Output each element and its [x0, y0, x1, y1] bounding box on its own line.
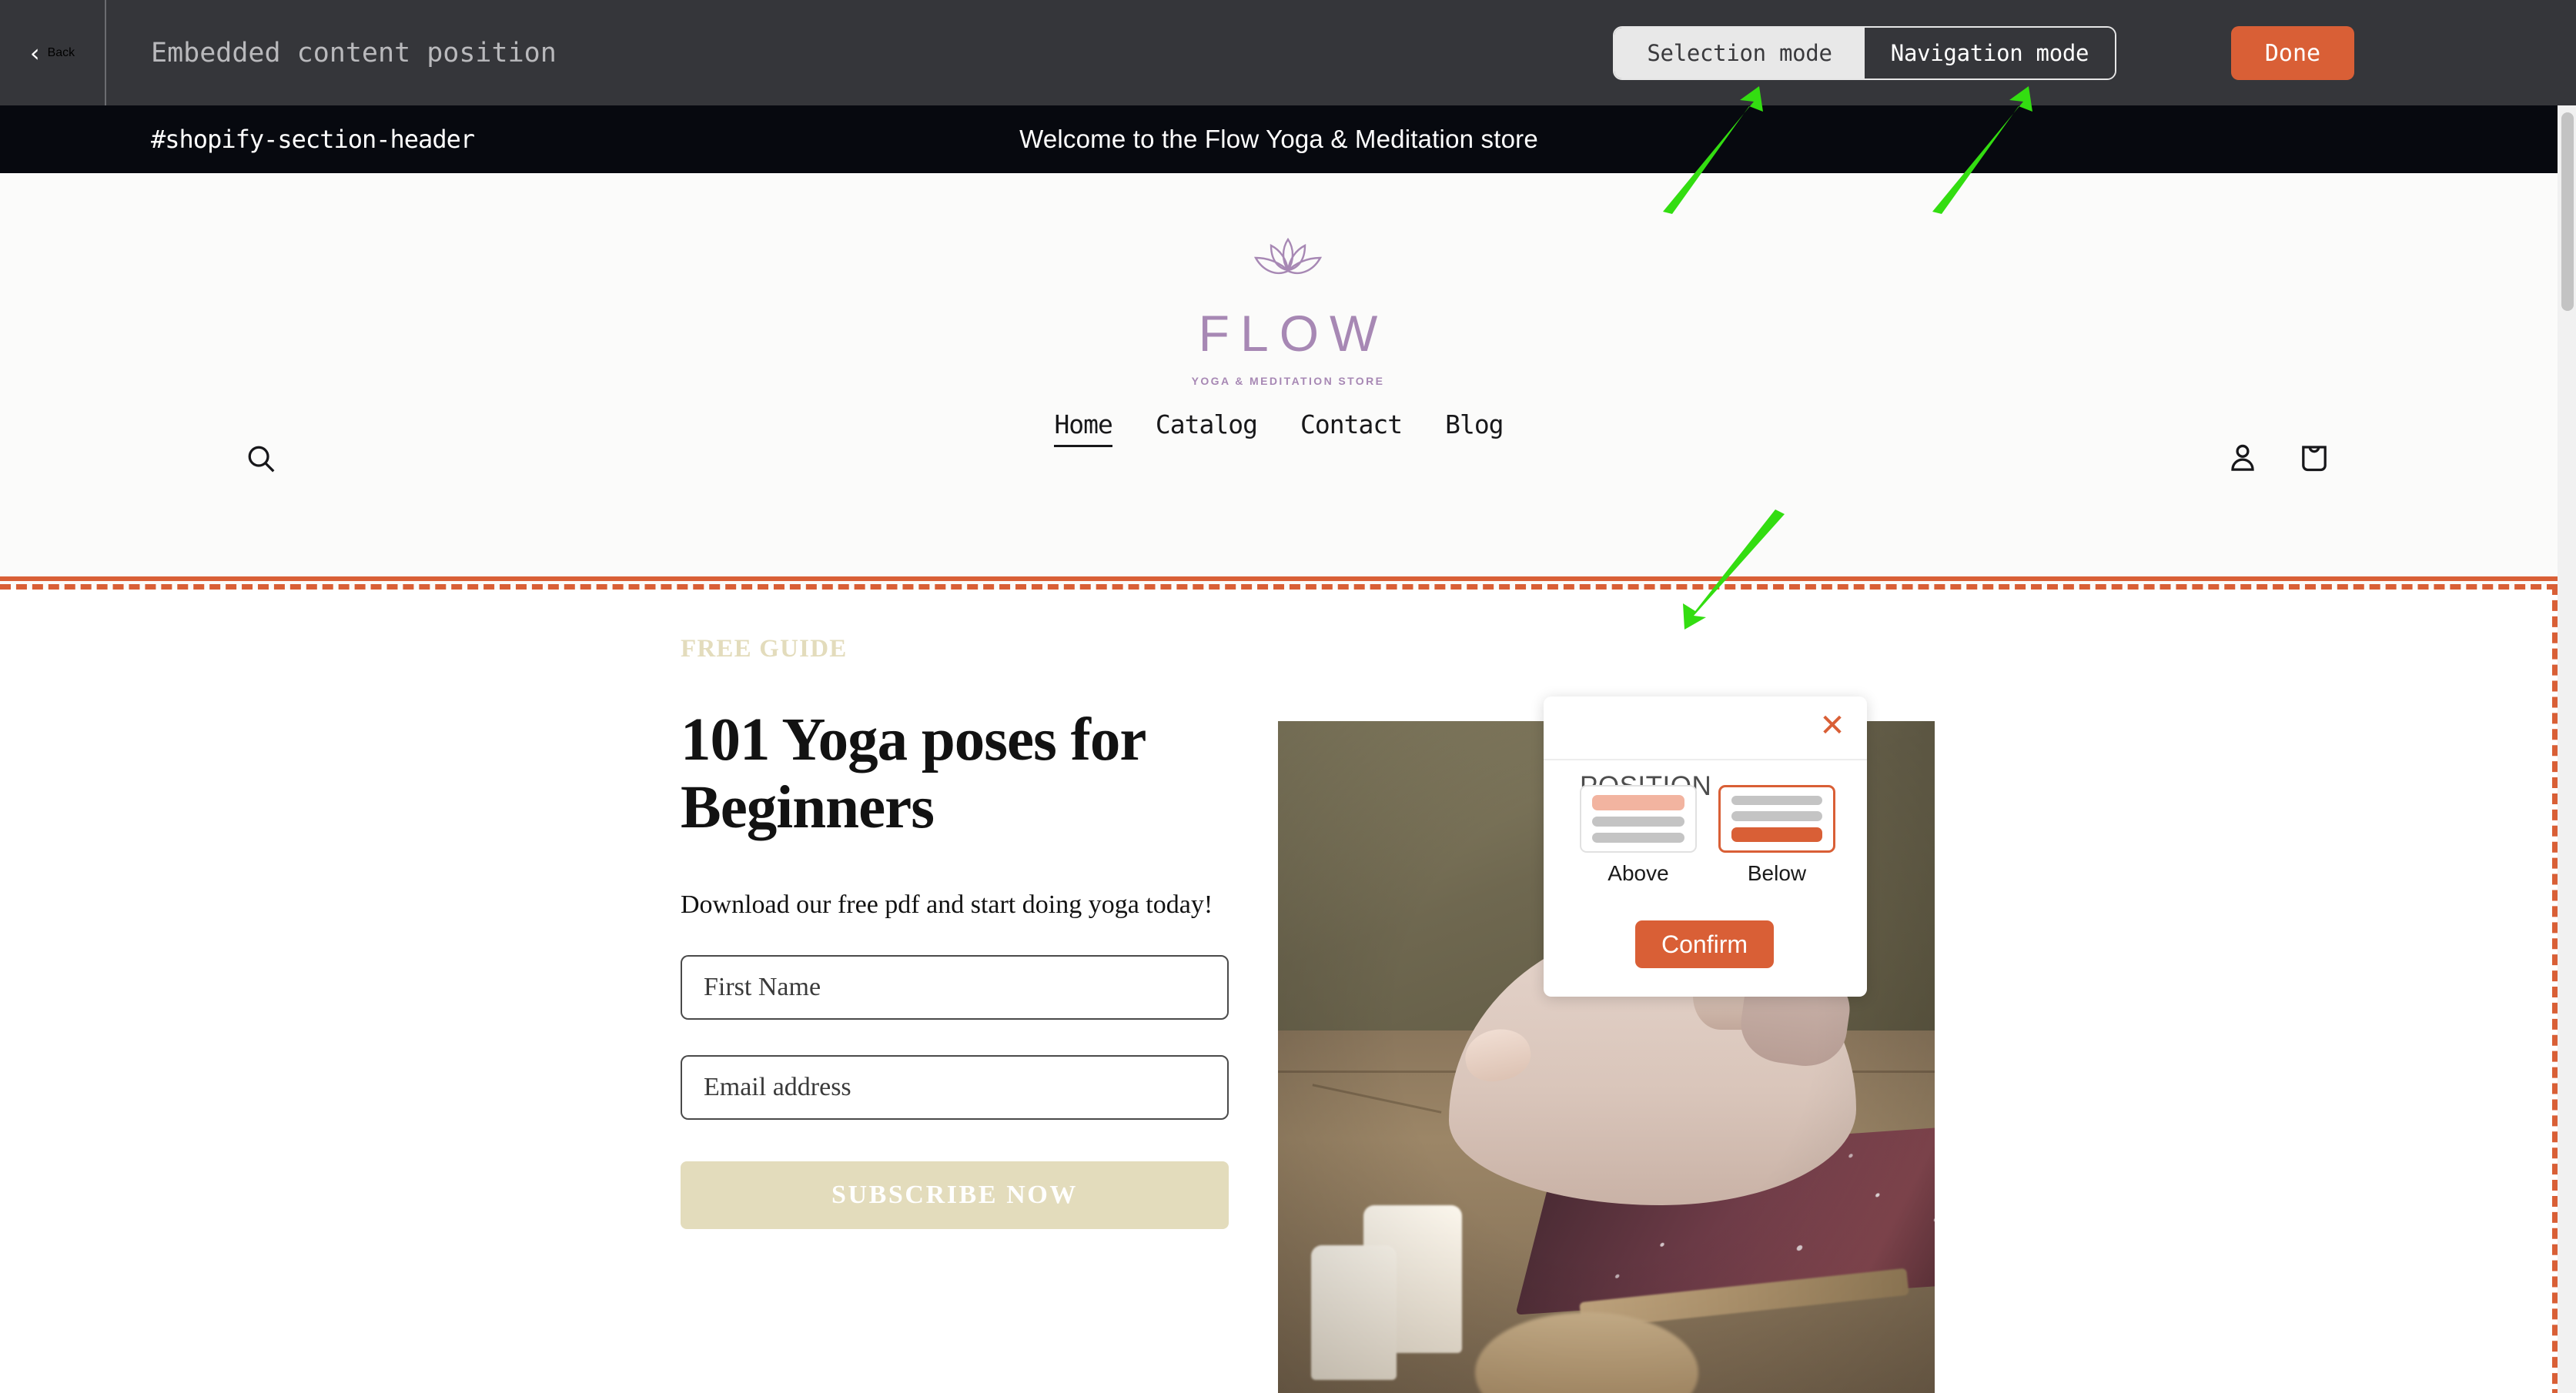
- newsletter-headline: 101 Yoga poses for Beginners: [681, 707, 1146, 842]
- position-option-above[interactable]: Above: [1580, 785, 1697, 886]
- modal-divider: [1544, 759, 1867, 760]
- subscribe-button[interactable]: SUBSCRIBE NOW: [681, 1161, 1229, 1229]
- selection-top-line: [0, 576, 2558, 581]
- store-header: FLOW YOGA & MEDITATION STORE: [0, 173, 2558, 435]
- back-button[interactable]: ‹ Back: [0, 0, 106, 105]
- lotus-flower-icon: [1253, 237, 1323, 275]
- newsletter-subcopy: Download our free pdf and start doing yo…: [681, 890, 1213, 919]
- nav-link-contact[interactable]: Contact: [1300, 409, 1403, 447]
- first-name-input[interactable]: First Name: [681, 954, 1229, 1020]
- store-nav: Home Catalog Contact Blog: [0, 409, 2558, 447]
- store-logo[interactable]: FLOW YOGA & MEDITATION STORE: [1146, 187, 1430, 435]
- chevron-left-icon: ‹: [29, 38, 40, 68]
- storefront-preview: #shopify-section-header Welcome to the F…: [0, 105, 2558, 1393]
- email-input[interactable]: Email address: [681, 1054, 1229, 1120]
- confirm-button[interactable]: Confirm: [1635, 920, 1774, 968]
- navigation-mode-button[interactable]: Navigation mode: [1865, 28, 2115, 79]
- back-button-label: Back: [47, 45, 75, 59]
- section-handle-label: #shopify-section-header: [151, 125, 475, 154]
- mode-toggle-group: Selection mode Navigation mode: [1613, 26, 2116, 80]
- logo-wordmark: FLOW: [1198, 305, 1389, 362]
- scrollbar-thumb[interactable]: [2561, 112, 2574, 311]
- done-button[interactable]: Done: [2231, 26, 2354, 80]
- section-header-bar[interactable]: #shopify-section-header Welcome to the F…: [0, 105, 2558, 173]
- newsletter-eyebrow: FREE GUIDE: [681, 635, 848, 663]
- position-option-above-label: Above: [1607, 861, 1669, 885]
- editor-top-bar: ‹ Back Embedded content position Selecti…: [0, 0, 2576, 105]
- newsletter-section[interactable]: FREE GUIDE 101 Yoga poses for Beginners …: [0, 589, 2558, 1393]
- position-options: Above Below: [1580, 785, 1835, 886]
- logo-tagline: YOGA & MEDITATION STORE: [1191, 375, 1385, 387]
- position-option-above-preview: [1580, 785, 1697, 853]
- page-title: Embedded content position: [151, 37, 557, 68]
- close-icon[interactable]: ✕: [1816, 710, 1848, 743]
- selection-mode-button[interactable]: Selection mode: [1614, 28, 1865, 79]
- nav-link-catalog[interactable]: Catalog: [1156, 409, 1258, 447]
- nav-link-home[interactable]: Home: [1054, 409, 1113, 447]
- position-option-below-label: Below: [1747, 861, 1807, 885]
- position-modal: ✕ POSITION Above Below Conf: [1544, 696, 1867, 997]
- newsletter-copy: FREE GUIDE 101 Yoga poses for Beginners …: [681, 635, 1235, 1229]
- position-option-below-preview: [1718, 785, 1835, 853]
- position-option-below[interactable]: Below: [1718, 785, 1835, 886]
- nav-link-blog[interactable]: Blog: [1445, 409, 1504, 447]
